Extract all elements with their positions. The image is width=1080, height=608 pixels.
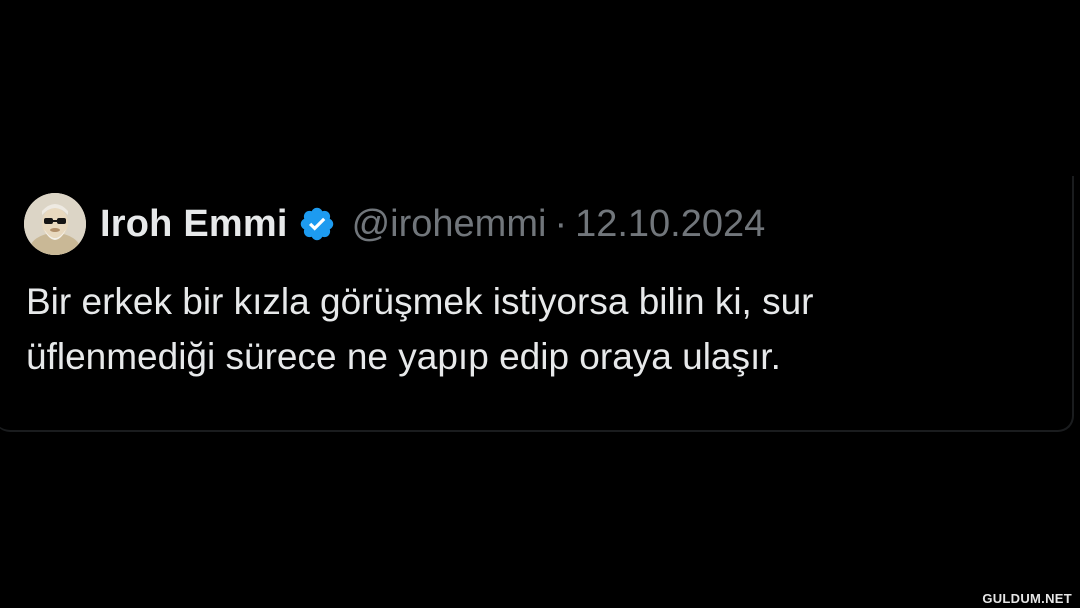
- watermark: GULDUM.NET: [982, 591, 1072, 606]
- tweet-text-line: üflenmediği sürece ne yapıp edip oraya u…: [26, 336, 781, 377]
- avatar-illustration-icon: [24, 193, 86, 255]
- tweet-text: Bir erkek bir kızla görüşmek istiyorsa b…: [26, 274, 1056, 384]
- tweet-text-line: Bir erkek bir kızla görüşmek istiyorsa b…: [26, 281, 814, 322]
- verified-badge-icon: [300, 207, 333, 241]
- avatar[interactable]: [24, 193, 86, 255]
- display-name[interactable]: Iroh Emmi: [100, 203, 288, 246]
- separator-dot: ·: [554, 202, 568, 245]
- page: Iroh Emmi @irohemmi · 12.10.2024 Bir erk…: [0, 0, 1080, 608]
- tweet-date[interactable]: 12.10.2024: [575, 203, 765, 246]
- user-handle[interactable]: @irohemmi: [352, 203, 547, 246]
- tweet-header: Iroh Emmi @irohemmi · 12.10.2024: [24, 192, 765, 256]
